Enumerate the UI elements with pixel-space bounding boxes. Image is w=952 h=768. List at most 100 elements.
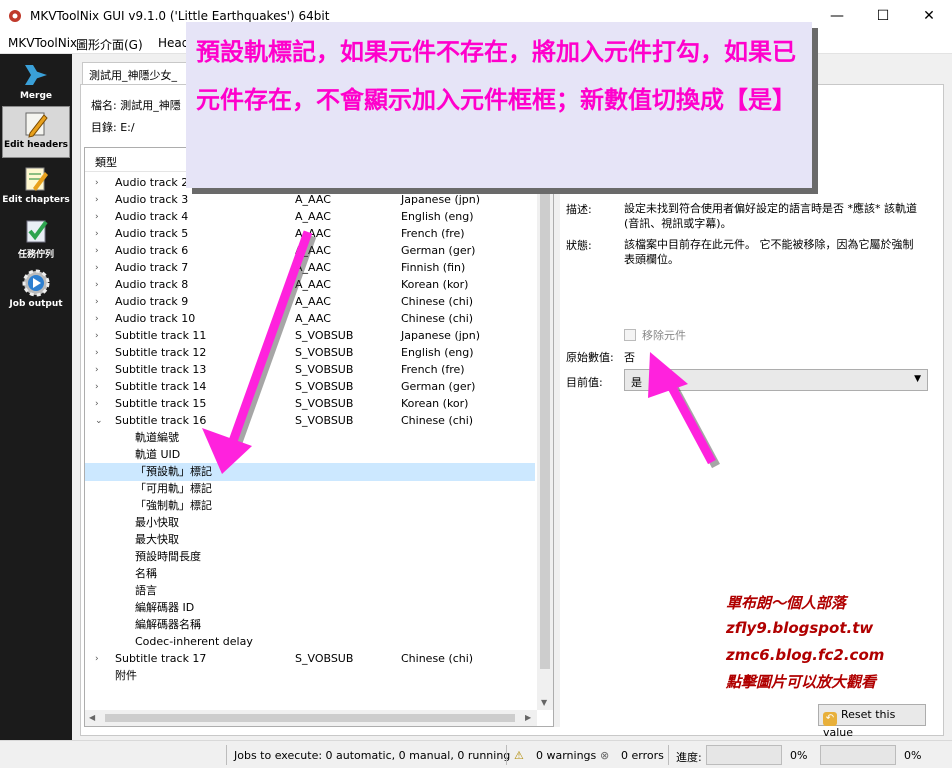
tree-property-row[interactable]: 編解碼器名稱 bbox=[85, 616, 535, 634]
header-tree: 類型 › Audio track 2 › Audio track 3 A_AAC Japa… bbox=[84, 147, 554, 727]
chevron-right-icon[interactable]: › bbox=[95, 225, 105, 243]
minimize-button[interactable]: — bbox=[814, 0, 860, 32]
tree-track-row[interactable]: › Audio track 9 A_AAC Chinese (chi) bbox=[85, 293, 535, 311]
tree-property-row[interactable]: 軌道編號 bbox=[85, 429, 535, 447]
tree-track-row[interactable]: › Audio track 7 A_AAC Finnish (fin) bbox=[85, 259, 535, 277]
status-separator bbox=[506, 745, 507, 765]
error-icon: ⊗ bbox=[600, 749, 610, 762]
checklist-icon bbox=[26, 220, 48, 243]
tree-row-codec: A_AAC bbox=[295, 278, 331, 291]
tree-row-name: Audio track 10 bbox=[115, 312, 196, 325]
tree-property-row[interactable]: 軌道 UID bbox=[85, 446, 535, 464]
chevron-right-icon[interactable]: › bbox=[95, 650, 105, 668]
tree-row-language: Finnish (fin) bbox=[401, 261, 466, 274]
tree-horizontal-scrollbar[interactable]: ◀ ▶ bbox=[85, 710, 537, 726]
warnings-status[interactable]: 0 warnings bbox=[536, 749, 596, 762]
tree-row-name: Subtitle track 13 bbox=[115, 363, 207, 376]
scroll-right-icon[interactable]: ▶ bbox=[525, 713, 531, 722]
original-value-label: 原始數值: bbox=[566, 351, 614, 364]
tree-track-row[interactable]: › Audio track 8 A_AAC Korean (kor) bbox=[85, 276, 535, 294]
tree-property-row[interactable]: 最小快取 bbox=[85, 514, 535, 532]
chevron-right-icon[interactable]: › bbox=[95, 259, 105, 277]
tree-track-row[interactable]: › Subtitle track 17 S_VOBSUB Chinese (chi) bbox=[85, 650, 535, 668]
reset-value-button[interactable]: ↶ Reset this value bbox=[818, 704, 926, 739]
menu-headers[interactable]: Head bbox=[158, 36, 189, 50]
chevron-right-icon[interactable]: › bbox=[95, 293, 105, 311]
status-label: 狀態: bbox=[566, 239, 592, 252]
panel-splitter[interactable] bbox=[554, 147, 560, 727]
scroll-down-icon[interactable]: ▼ bbox=[541, 698, 547, 707]
chevron-down-icon[interactable]: ⌄ bbox=[95, 412, 105, 430]
current-value-text: 是 bbox=[631, 376, 642, 389]
tree-property-row[interactable]: 預設時間長度 bbox=[85, 548, 535, 566]
menu-gui[interactable]: 圖形介面(G) bbox=[76, 36, 143, 53]
tree-property-row[interactable]: 「強制軌」標記 bbox=[85, 497, 535, 515]
chevron-right-icon[interactable]: › bbox=[95, 174, 105, 192]
chevron-right-icon[interactable]: › bbox=[95, 327, 105, 345]
tree-track-row[interactable]: › Subtitle track 12 S_VOBSUB English (eng) bbox=[85, 344, 535, 362]
sidebar-edit-chapters[interactable]: Edit chapters bbox=[2, 162, 70, 214]
tree-vertical-scrollbar[interactable]: ▲ ▼ bbox=[537, 172, 553, 710]
chevron-right-icon[interactable]: › bbox=[95, 310, 105, 328]
close-button[interactable]: ✕ bbox=[906, 0, 952, 32]
remove-element-checkbox[interactable]: 移除元件 bbox=[624, 327, 686, 343]
progress-label: 進度: bbox=[676, 751, 702, 764]
chevron-right-icon[interactable]: › bbox=[95, 361, 105, 379]
tree-track-row[interactable]: › Subtitle track 13 S_VOBSUB French (fre) bbox=[85, 361, 535, 379]
chevron-right-icon[interactable]: › bbox=[95, 378, 105, 396]
tree-property-row[interactable]: 「預設軌」標記 bbox=[85, 463, 535, 481]
tree-property-row[interactable]: 「可用軌」標記 bbox=[85, 480, 535, 498]
sidebar-label-job-output: Job output bbox=[9, 299, 63, 309]
tree-track-row[interactable]: › Audio track 3 A_AAC Japanese (jpn) bbox=[85, 191, 535, 209]
warning-icon: ⚠ bbox=[514, 749, 524, 762]
chevron-right-icon[interactable]: › bbox=[95, 395, 105, 413]
chevron-right-icon[interactable]: › bbox=[95, 208, 105, 226]
tree-track-row[interactable]: › Subtitle track 15 S_VOBSUB Korean (kor) bbox=[85, 395, 535, 413]
tree-property-row[interactable]: 名稱 bbox=[85, 565, 535, 583]
tree-row-language: German (ger) bbox=[401, 244, 476, 257]
tab-file[interactable]: 測試用_神隱少女_ bbox=[82, 62, 192, 84]
status-separator bbox=[668, 745, 669, 765]
tree-vertical-thumb[interactable] bbox=[540, 189, 550, 669]
chevron-right-icon[interactable]: › bbox=[95, 191, 105, 209]
tree-property-row[interactable]: 語言 bbox=[85, 582, 535, 600]
errors-status[interactable]: 0 errors bbox=[621, 749, 664, 762]
window-title: MKVToolNix GUI v9.1.0 ('Little Earthquak… bbox=[30, 9, 330, 23]
undo-icon: ↶ bbox=[823, 712, 837, 726]
chevron-right-icon[interactable]: › bbox=[95, 242, 105, 260]
maximize-button[interactable]: ☐ bbox=[860, 0, 906, 32]
tree-row-name: 預設時間長度 bbox=[135, 550, 201, 563]
checkbox-box[interactable] bbox=[624, 329, 636, 341]
tree-property-row[interactable]: 編解碼器 ID bbox=[85, 599, 535, 617]
tree-track-row[interactable]: › Subtitle track 11 S_VOBSUB Japanese (jpn) bbox=[85, 327, 535, 345]
sidebar-job-output[interactable]: Job output bbox=[2, 266, 70, 318]
current-value-select[interactable]: 是 ▼ bbox=[624, 369, 928, 391]
chevron-right-icon[interactable]: › bbox=[95, 276, 105, 294]
tree-row-codec: S_VOBSUB bbox=[295, 329, 354, 342]
scroll-left-icon[interactable]: ◀ bbox=[89, 713, 95, 722]
sidebar-edit-headers[interactable]: Edit headers bbox=[2, 106, 70, 158]
tree-track-row[interactable]: › Audio track 6 A_AAC German (ger) bbox=[85, 242, 535, 260]
menu-mkvtoolnix[interactable]: MKVToolNix bbox=[8, 36, 77, 50]
tree-track-row[interactable]: › Audio track 4 A_AAC English (eng) bbox=[85, 208, 535, 226]
tree-row-name: 「預設軌」標記 bbox=[135, 465, 212, 478]
pencil-icon bbox=[25, 112, 48, 138]
status-separator bbox=[226, 745, 227, 765]
tree-property-row[interactable]: Codec-inherent delay bbox=[85, 633, 535, 651]
gear-play-icon bbox=[22, 269, 50, 297]
detail-panel: 描述: 設定未找到符合使用者偏好設定的語言時是否 *應該* 該軌道 (音訊、視訊… bbox=[562, 147, 932, 727]
sidebar-job-queue[interactable]: 任務佇列 bbox=[2, 214, 70, 266]
tree-track-row[interactable]: › Subtitle track 14 S_VOBSUB German (ger) bbox=[85, 378, 535, 396]
tree-track-row[interactable]: 附件 bbox=[85, 667, 535, 685]
tree-row-name: 軌道編號 bbox=[135, 431, 179, 444]
sidebar-merge[interactable]: Merge bbox=[2, 58, 70, 110]
chevron-right-icon[interactable]: › bbox=[95, 344, 105, 362]
tree-row-name: Subtitle track 16 bbox=[115, 414, 207, 427]
tree-track-row[interactable]: › Audio track 10 A_AAC Chinese (chi) bbox=[85, 310, 535, 328]
tree-track-row[interactable]: ⌄ Subtitle track 16 S_VOBSUB Chinese (chi) bbox=[85, 412, 535, 430]
tree-track-row[interactable]: › Audio track 5 A_AAC French (fre) bbox=[85, 225, 535, 243]
tree-row-name: 編解碼器名稱 bbox=[135, 618, 201, 631]
tree-header-type[interactable]: 類型 bbox=[95, 154, 117, 170]
tree-horizontal-thumb[interactable] bbox=[105, 714, 515, 722]
tree-property-row[interactable]: 最大快取 bbox=[85, 531, 535, 549]
